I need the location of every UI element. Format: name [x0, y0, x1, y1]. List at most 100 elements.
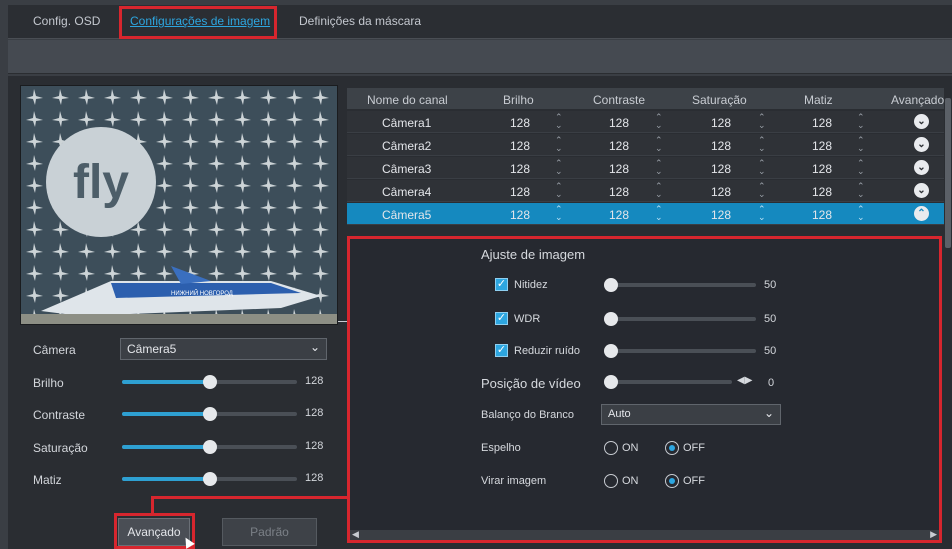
spinner-icon[interactable]: ⌃ ⌄ — [758, 205, 766, 222]
row-channel-name: Câmera5 — [382, 208, 432, 222]
table-row-selected[interactable]: Câmera5 128 ⌃ ⌄ 128 ⌃ ⌄ 128 ⌃ ⌄ 128 ⌃ ⌄ ⌃ — [347, 203, 944, 225]
col-contrast: Contraste — [593, 93, 646, 107]
slider-knob[interactable] — [203, 375, 217, 389]
mirror-off-radio[interactable] — [665, 441, 679, 455]
noise-reduction-value: 50 — [764, 345, 777, 357]
hue-slider[interactable] — [122, 472, 297, 486]
spinner-icon[interactable]: ⌃ ⌄ — [758, 182, 766, 199]
slider-knob[interactable] — [203, 407, 217, 421]
spinner-icon[interactable]: ⌃ ⌄ — [857, 205, 865, 222]
noise-reduction-checkbox[interactable]: ✓ — [495, 344, 508, 357]
contrast-slider[interactable] — [122, 407, 297, 421]
row-brightness[interactable]: 128 — [510, 208, 530, 222]
spinner-icon[interactable]: ⌃ ⌄ — [655, 136, 663, 153]
camera-select[interactable]: Câmera5 ⌄ — [120, 338, 327, 360]
wdr-checkbox[interactable]: ✓ — [495, 312, 508, 325]
spinner-icon[interactable]: ⌃ ⌄ — [655, 159, 663, 176]
slider-knob[interactable] — [203, 440, 217, 454]
spinner-icon[interactable]: ⌃ ⌄ — [555, 113, 563, 130]
panel-title: Ajuste de imagem — [481, 247, 586, 262]
flip-on-radio[interactable] — [604, 474, 618, 488]
scroll-left-icon[interactable]: ◀ — [352, 529, 359, 540]
saturation-slider[interactable] — [122, 440, 297, 454]
slider-fill — [122, 412, 210, 416]
collapse-chevron-icon[interactable]: ⌃ — [914, 206, 929, 221]
spinner-icon[interactable]: ⌃ ⌄ — [857, 159, 865, 176]
row-saturation[interactable]: 128 — [711, 208, 731, 222]
row-hue[interactable]: 128 — [812, 116, 832, 130]
spinner-icon[interactable]: ⌃ ⌄ — [655, 205, 663, 222]
col-channel-name: Nome do canal — [367, 93, 448, 107]
row-channel-name: Câmera3 — [382, 162, 432, 176]
row-saturation[interactable]: 128 — [711, 116, 731, 130]
preview-plane-text: НИЖНИЙ НОВГОРОД — [171, 289, 233, 297]
spinner-icon[interactable]: ⌃ ⌄ — [555, 159, 563, 176]
video-position-slider[interactable] — [604, 375, 732, 389]
row-hue[interactable]: 128 — [812, 185, 832, 199]
spinner-icon[interactable]: ⌃ ⌄ — [758, 136, 766, 153]
slider-knob[interactable] — [604, 278, 618, 292]
row-saturation[interactable]: 128 — [711, 162, 731, 176]
row-saturation[interactable]: 128 — [711, 139, 731, 153]
row-brightness[interactable]: 128 — [510, 116, 530, 130]
row-brightness[interactable]: 128 — [510, 139, 530, 153]
table-row[interactable]: Câmera2 128 ⌃ ⌄ 128 ⌃ ⌄ 128 ⌃ ⌄ 128 ⌃ ⌄ ⌄ — [347, 134, 944, 156]
row-hue[interactable]: 128 — [812, 208, 832, 222]
row-channel-name: Câmera2 — [382, 139, 432, 153]
table-header: Nome do canal Brilho Contraste Saturação… — [347, 88, 944, 110]
sharpness-checkbox[interactable]: ✓ — [495, 278, 508, 291]
table-row[interactable]: Câmera4 128 ⌃ ⌄ 128 ⌃ ⌄ 128 ⌃ ⌄ 128 ⌃ ⌄ ⌄ — [347, 180, 944, 202]
table-row[interactable]: Câmera1 128 ⌃ ⌄ 128 ⌃ ⌄ 128 ⌃ ⌄ 128 ⌃ ⌄ ⌄ — [347, 111, 944, 133]
spinner-icon[interactable]: ⌃ ⌄ — [555, 136, 563, 153]
scroll-right-icon[interactable]: ▶ — [930, 529, 937, 540]
slider-fill — [122, 477, 210, 481]
row-hue[interactable]: 128 — [812, 162, 832, 176]
expand-chevron-icon[interactable]: ⌄ — [914, 114, 929, 129]
row-saturation[interactable]: 128 — [711, 185, 731, 199]
row-contrast[interactable]: 128 — [609, 139, 629, 153]
panel-horizontal-scrollbar[interactable]: ◀ ▶ — [350, 529, 939, 540]
noise-reduction-slider[interactable] — [604, 344, 756, 358]
table-vertical-scrollbar[interactable] — [944, 88, 952, 543]
wdr-slider[interactable] — [604, 312, 756, 326]
expand-chevron-icon[interactable]: ⌄ — [914, 137, 929, 152]
tab-osd-config[interactable]: Config. OSD — [33, 14, 100, 28]
spinner-icon[interactable]: ⌃ ⌄ — [655, 113, 663, 130]
slider-knob[interactable] — [604, 344, 618, 358]
row-hue[interactable]: 128 — [812, 139, 832, 153]
row-contrast[interactable]: 128 — [609, 116, 629, 130]
spinner-icon[interactable]: ⌃ ⌄ — [857, 136, 865, 153]
expand-chevron-icon[interactable]: ⌄ — [914, 183, 929, 198]
expand-chevron-icon[interactable]: ⌄ — [914, 160, 929, 175]
spinner-icon[interactable]: ⌃ ⌄ — [655, 182, 663, 199]
spinner-icon[interactable]: ⌃ ⌄ — [555, 182, 563, 199]
spinner-icon[interactable]: ⌃ ⌄ — [555, 205, 563, 222]
white-balance-select[interactable]: Auto ⌄ — [601, 404, 781, 425]
scrollbar-thumb[interactable] — [945, 98, 951, 248]
slider-knob[interactable] — [604, 375, 618, 389]
flip-off-radio[interactable] — [665, 474, 679, 488]
mirror-on-radio[interactable] — [604, 441, 618, 455]
row-brightness[interactable]: 128 — [510, 162, 530, 176]
table-row[interactable]: Câmera3 128 ⌃ ⌄ 128 ⌃ ⌄ 128 ⌃ ⌄ 128 ⌃ ⌄ ⌄ — [347, 157, 944, 179]
mirror-on-label: ON — [622, 442, 639, 454]
row-contrast[interactable]: 128 — [609, 185, 629, 199]
col-advanced: Avançado — [891, 93, 945, 107]
col-brightness: Brilho — [503, 93, 534, 107]
video-position-value: 0 — [768, 377, 775, 389]
brightness-slider[interactable] — [122, 375, 297, 389]
left-right-arrows-icon[interactable]: ◀▶ — [737, 375, 752, 386]
spinner-icon[interactable]: ⌃ ⌄ — [857, 113, 865, 130]
sharpness-slider[interactable] — [604, 278, 756, 292]
row-brightness[interactable]: 128 — [510, 185, 530, 199]
tab-mask-settings[interactable]: Definições da máscara — [299, 14, 421, 28]
spinner-icon[interactable]: ⌃ ⌄ — [857, 182, 865, 199]
row-channel-name: Câmera1 — [382, 116, 432, 130]
default-button[interactable]: Padrão — [222, 518, 317, 546]
slider-knob[interactable] — [604, 312, 618, 326]
spinner-icon[interactable]: ⌃ ⌄ — [758, 113, 766, 130]
slider-knob[interactable] — [203, 472, 217, 486]
row-contrast[interactable]: 128 — [609, 162, 629, 176]
row-contrast[interactable]: 128 — [609, 208, 629, 222]
spinner-icon[interactable]: ⌃ ⌄ — [758, 159, 766, 176]
